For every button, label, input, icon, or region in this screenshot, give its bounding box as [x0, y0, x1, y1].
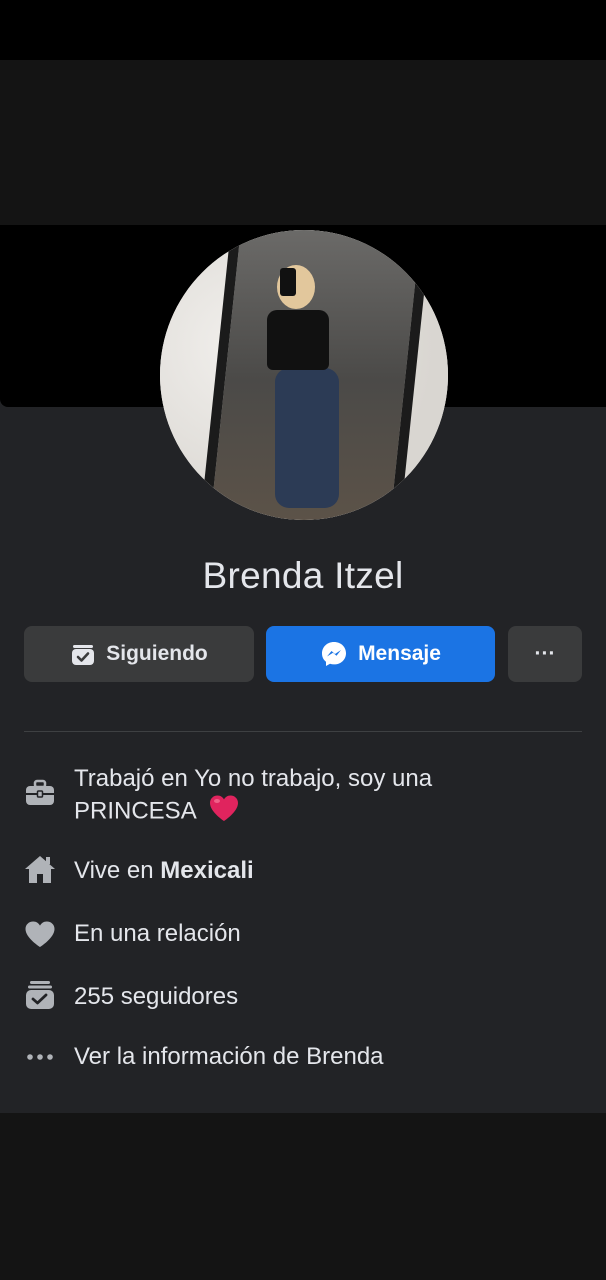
status-bar	[0, 0, 606, 60]
following-label: Siguiendo	[106, 642, 208, 665]
lives-city[interactable]: Mexicali	[160, 857, 253, 884]
following-button[interactable]: Siguiendo	[24, 626, 254, 682]
section-divider	[24, 731, 582, 732]
message-button[interactable]: Mensaje	[266, 626, 495, 682]
messenger-icon	[320, 640, 348, 668]
bottom-background	[0, 1113, 606, 1280]
more-dots-icon	[24, 1041, 56, 1073]
following-icon	[70, 641, 96, 667]
red-heart-icon	[208, 794, 240, 830]
work-line-2: PRINCESA	[74, 797, 196, 825]
info-see-info-text[interactable]: Ver la información de Brenda	[74, 1041, 384, 1072]
avatar-figure-legs	[275, 368, 339, 508]
briefcase-icon	[24, 777, 56, 809]
followers-icon	[24, 979, 56, 1011]
message-label: Mensaje	[358, 642, 441, 665]
profile-card: Brenda Itzel Siguiendo Mensaje ··· Traba…	[0, 225, 606, 1113]
home-icon	[24, 853, 56, 885]
info-followers-text[interactable]: 255 seguidores	[74, 981, 238, 1012]
lives-prefix: Vive en	[74, 857, 154, 884]
top-background	[0, 60, 606, 225]
more-options-button[interactable]: ···	[508, 626, 582, 682]
info-work-text: Trabajó en Yo no trabajo, soy una PRINCE…	[74, 763, 432, 830]
avatar-phone	[280, 268, 296, 296]
work-line-1: Trabajó en Yo no trabajo, soy una	[74, 765, 433, 792]
profile-name: Brenda Itzel	[202, 555, 404, 596]
info-lives-text: Vive en Mexicali	[74, 855, 254, 886]
profile-avatar[interactable]	[160, 230, 448, 520]
info-relationship-text: En una relación	[74, 920, 241, 947]
more-label: ···	[534, 642, 556, 665]
heart-icon	[24, 918, 56, 950]
avatar-figure-body	[267, 310, 329, 370]
